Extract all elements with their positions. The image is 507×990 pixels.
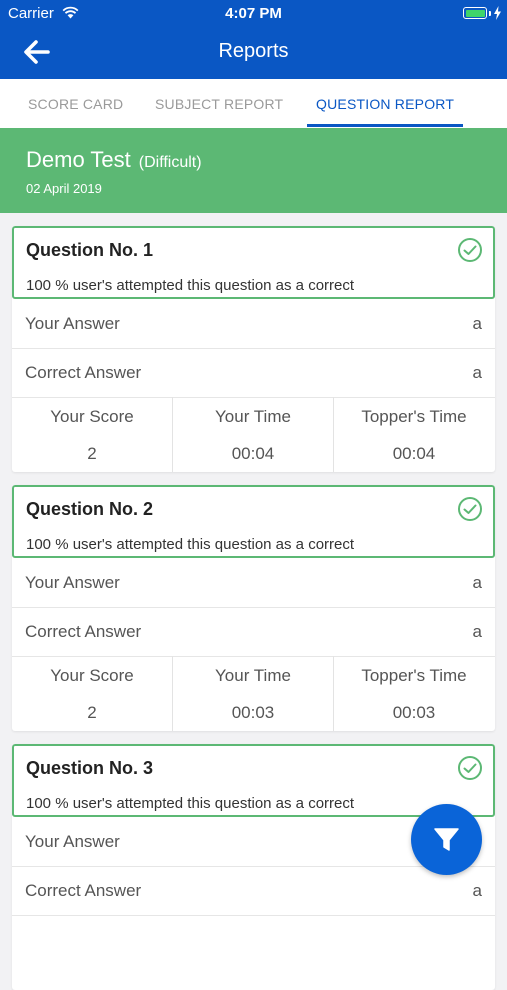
filter-button[interactable] xyxy=(411,804,482,875)
toppers-time-value: 00:03 xyxy=(392,703,436,722)
question-card: Question No. 1 100 % user's attempted th… xyxy=(12,226,495,472)
your-score-value: 2 xyxy=(87,703,97,722)
your-answer-label: Your Answer xyxy=(25,314,120,333)
battery-icon xyxy=(463,7,487,19)
your-time-value: 00:03 xyxy=(231,703,275,722)
your-score-label: Your Score xyxy=(50,407,134,426)
question-header: Question No. 3 100 % user's attempted th… xyxy=(12,744,495,817)
report-tabs: SCORE CARD SUBJECT REPORT QUESTION REPOR… xyxy=(0,79,507,129)
question-title: Question No. 1 xyxy=(26,240,154,260)
correct-answer-value: a xyxy=(472,881,482,900)
toppers-time-label: Topper's Time xyxy=(361,666,467,685)
your-time-label: Your Time xyxy=(215,407,291,426)
time-score-stats: Your Score 2 Your Time 00:03 Topper's Ti… xyxy=(12,656,495,731)
nav-bar: Reports xyxy=(0,27,507,79)
your-answer-label: Your Answer xyxy=(25,832,120,851)
question-stat: 100 % user's attempted this question as … xyxy=(26,536,355,553)
question-card: Question No. 2 100 % user's attempted th… xyxy=(12,485,495,731)
question-title: Question No. 2 xyxy=(26,499,154,519)
correct-answer-value: a xyxy=(472,363,482,382)
page-title: Reports xyxy=(218,40,289,62)
question-stat: 100 % user's attempted this question as … xyxy=(26,277,355,294)
correct-answer-label: Correct Answer xyxy=(25,622,142,641)
your-answer-value: a xyxy=(472,573,482,592)
correct-answer-value: a xyxy=(472,622,482,641)
toppers-time-cell: Topper's Time 00:04 xyxy=(334,397,494,472)
check-circle-icon xyxy=(458,238,482,262)
time-score-stats: Your Score 2 Your Time 00:04 Topper's Ti… xyxy=(12,397,495,472)
toppers-time-cell: Topper's Time 00:03 xyxy=(334,656,494,731)
test-banner: Demo Test (Difficult) 02 April 2019 xyxy=(0,128,507,213)
correct-answer-row: Correct Answer a xyxy=(12,866,495,916)
your-time-cell: Your Time 00:03 xyxy=(173,656,333,731)
toppers-time-value: 00:04 xyxy=(392,444,436,463)
correct-answer-row: Correct Answer a xyxy=(12,607,495,657)
correct-answer-row: Correct Answer a xyxy=(12,348,495,398)
your-time-label: Your Time xyxy=(215,666,291,685)
correct-answer-label: Correct Answer xyxy=(25,363,142,382)
question-header: Question No. 1 100 % user's attempted th… xyxy=(12,226,495,299)
question-header: Question No. 2 100 % user's attempted th… xyxy=(12,485,495,558)
test-name: Demo Test xyxy=(26,147,131,172)
tab-question-report[interactable]: QUESTION REPORT xyxy=(316,96,454,112)
your-time-value: 00:04 xyxy=(231,444,275,463)
tab-score-card[interactable]: SCORE CARD xyxy=(28,96,123,112)
your-score-cell: Your Score 2 xyxy=(12,656,172,731)
active-tab-indicator xyxy=(307,124,463,127)
your-answer-row: Your Answer a xyxy=(12,299,495,349)
test-title: Demo Test (Difficult) xyxy=(26,147,202,173)
check-circle-icon xyxy=(458,497,482,521)
battery-tip xyxy=(489,11,491,16)
question-title: Question No. 3 xyxy=(26,758,154,778)
your-score-value: 2 xyxy=(87,444,97,463)
your-time-cell: Your Time 00:04 xyxy=(173,397,333,472)
your-answer-label: Your Answer xyxy=(25,573,120,592)
your-answer-row: Your Answer a xyxy=(12,558,495,608)
toppers-time-label: Topper's Time xyxy=(361,407,467,426)
filter-icon xyxy=(434,828,459,851)
test-difficulty: (Difficult) xyxy=(138,154,202,171)
status-bar: Carrier 4:07 PM xyxy=(0,0,507,27)
correct-answer-label: Correct Answer xyxy=(25,881,142,900)
test-date: 02 April 2019 xyxy=(26,181,102,196)
tab-subject-report[interactable]: SUBJECT REPORT xyxy=(155,96,283,112)
your-answer-value: a xyxy=(472,314,482,333)
question-card: Question No. 3 100 % user's attempted th… xyxy=(12,744,495,990)
check-circle-icon xyxy=(458,756,482,780)
question-stat: 100 % user's attempted this question as … xyxy=(26,795,355,812)
your-score-label: Your Score xyxy=(50,666,134,685)
your-score-cell: Your Score 2 xyxy=(12,397,172,472)
charging-bolt-icon xyxy=(494,6,501,20)
clock: 4:07 PM xyxy=(225,5,282,22)
